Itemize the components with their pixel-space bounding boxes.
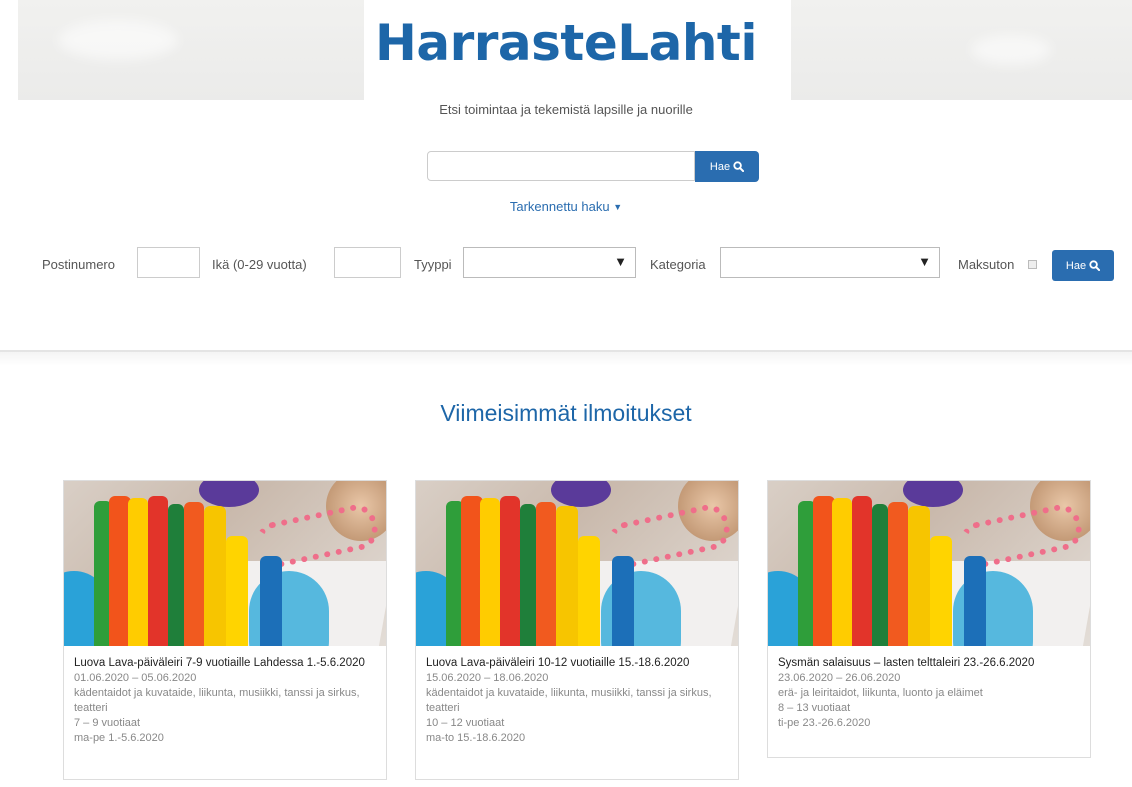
search-button-label: Hae (709, 160, 731, 173)
logo-text-harraste: Harraste (375, 14, 618, 72)
listing-card-3[interactable]: Sysmän salaisuus – lasten telttaleiri 23… (767, 480, 1091, 758)
main-search: Hae (427, 151, 759, 182)
postal-code-label: Postinumero (42, 257, 115, 272)
type-select[interactable]: ▼ (463, 247, 636, 278)
age-label: Ikä (0-29 vuotta) (212, 257, 307, 272)
search-icon (1089, 260, 1101, 271)
listing-days: ma-to 15.-18.6.2020 (426, 732, 526, 744)
listing-image[interactable] (416, 481, 738, 646)
listing-days: ti-pe 23.-26.6.2020 (778, 717, 871, 729)
dropdown-arrow-icon: ▼ (918, 254, 931, 269)
advanced-search-label: Tarkennettu haku (509, 199, 610, 214)
listing-dates: 23.06.2020 – 26.06.2020 (778, 672, 901, 684)
listing-ages: 8 – 13 vuotiaat (778, 702, 851, 714)
listing-dates: 15.06.2020 – 18.06.2020 (426, 672, 549, 684)
listing-image[interactable] (768, 481, 1090, 646)
type-label: Tyyppi (414, 257, 452, 272)
listing-title[interactable]: Sysmän salaisuus – lasten telttaleiri 23… (778, 656, 1080, 671)
caret-down-icon: ▼ (613, 202, 623, 212)
listing-categories: kädentaidot ja kuvataide, liikunta, musi… (74, 687, 360, 714)
section-title: Viimeisimmät ilmoitukset (440, 400, 692, 426)
site-logo[interactable]: HarrasteLahti (0, 14, 1132, 72)
free-checkbox[interactable] (1028, 260, 1037, 269)
listing-categories: kädentaidot ja kuvataide, liikunta, musi… (426, 687, 712, 714)
listing-body: Luova Lava-päiväleiri 7-9 vuotiaille Lah… (64, 646, 386, 752)
category-label: Kategoria (650, 257, 706, 272)
dropdown-arrow-icon: ▼ (614, 254, 627, 269)
category-select[interactable]: ▼ (720, 247, 940, 278)
listing-ages: 7 – 9 vuotiaat (74, 717, 141, 729)
listing-ages: 10 – 12 vuotiaat (426, 717, 505, 729)
filter-bar: Postinumero Ikä (0-29 vuotta) Tyyppi ▼ K… (0, 247, 1132, 283)
listing-card-2[interactable]: Luova Lava-päiväleiri 10-12 vuotiaille 1… (415, 480, 739, 780)
filter-search-button-label: Hae (1065, 259, 1087, 272)
logo-text-lahti: Lahti (617, 14, 757, 72)
search-icon (733, 161, 745, 172)
listing-body: Luova Lava-päiväleiri 10-12 vuotiaille 1… (416, 646, 738, 752)
filter-search-button[interactable]: Hae (1052, 250, 1114, 281)
listing-title[interactable]: Luova Lava-päiväleiri 10-12 vuotiaille 1… (426, 656, 728, 671)
advanced-search-toggle[interactable]: Tarkennettu haku ▼ (0, 199, 1132, 214)
listing-image[interactable] (64, 481, 386, 646)
search-input[interactable] (427, 151, 695, 181)
listing-card-1[interactable]: Luova Lava-päiväleiri 7-9 vuotiaille Lah… (63, 480, 387, 780)
listing-dates: 01.06.2020 – 05.06.2020 (74, 672, 197, 684)
free-label: Maksuton (958, 257, 1015, 272)
listing-title[interactable]: Luova Lava-päiväleiri 7-9 vuotiaille Lah… (74, 656, 376, 671)
listing-body: Sysmän salaisuus – lasten telttaleiri 23… (768, 646, 1090, 737)
search-button[interactable]: Hae (695, 151, 759, 182)
postal-code-input[interactable] (137, 247, 200, 278)
tagline: Etsi toimintaa ja tekemistä lapsille ja … (439, 102, 693, 117)
age-input[interactable] (334, 247, 401, 278)
listing-days: ma-pe 1.-5.6.2020 (74, 732, 164, 744)
listing-categories: erä- ja leiritaidot, liikunta, luonto ja… (778, 687, 983, 699)
